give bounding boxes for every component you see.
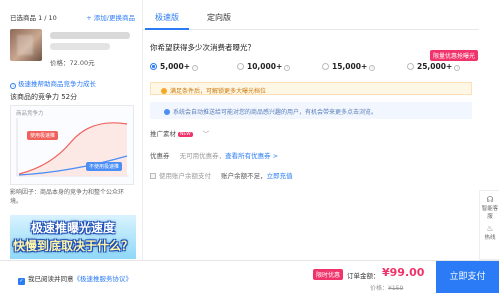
chevron-down-icon[interactable]: ﹀ [203,130,210,138]
tab-speed[interactable]: 极速版 [155,12,179,23]
promo-material-row[interactable]: 推广素材 NEW ﹀ [150,128,209,138]
active-tab-underline [145,28,189,30]
banner-line-2: 快慢到底取决于什么？ [12,239,133,253]
product-price: 价格：72.00元 [50,59,95,67]
option-label: 5,000+ [160,62,191,71]
original-price: 价格：¥159 [370,283,403,292]
help-icon[interactable]: ? [369,65,376,71]
recharge-link[interactable]: 立即充值 [267,172,293,180]
agreement-link[interactable]: 《极速推服务协议》 [74,275,133,283]
label-with-boost: 使用极速推 [27,131,59,140]
growth-hint-text: 极速推帮助商品竞争力成长 [18,80,96,88]
product-title-blurred [50,32,130,39]
agreement: ✓ 我已阅读并同意《极速推服务协议》 [18,273,132,285]
balance-label: 使用账户余额支付 [159,172,211,180]
competitiveness-chart: 商品竞争力 使用极速推 不使用极速推 [10,105,134,185]
smart-service-label[interactable]: 智能客服 [480,204,499,220]
selected-header: 已选商品 1 / 10 + 添加/更换商品 [0,8,143,24]
left-panel: 已选商品 1 / 10 + 添加/更换商品 价格：72.00元 i 极速推帮助商品… [0,0,143,293]
radio-icon[interactable] [322,63,329,70]
banner-line-1: 极速推曝光速度 [30,221,115,235]
warning-text: 满足条件后，可解锁更多大曝光档位 [170,88,267,95]
balance-row: 使用账户余额支付 账户余额不足，立即充值 [150,170,293,180]
unlock-warning: 满足条件后，可解锁更多大曝光档位 [150,82,472,95]
growth-hint: i 极速推帮助商品竞争力成长 [10,78,96,89]
headset-icon[interactable]: ☊ [480,195,499,204]
promo-badge: 限量优惠抢曝光 [430,50,479,61]
option-15000[interactable]: 15,000+? [322,62,376,71]
balance-checkbox[interactable] [150,173,156,179]
product-thumbnail [10,29,42,61]
product-card: 价格：72.00元 [10,29,138,69]
promo-banner[interactable]: 极速推曝光速度 快慢到底取决于什么？ [10,215,136,259]
agree-text: 我已阅读并同意 [28,275,74,283]
radio-icon[interactable] [237,63,244,70]
factor-text: 影响因子：商品本身的竞争力和整个公众环境。 [10,189,125,205]
limited-offer-badge: 限时优惠 [313,269,344,280]
pay-now-button[interactable]: 立即支付 [436,261,499,293]
label-without-boost: 不使用极速推 [86,162,123,171]
coupon-value: 无可用优惠券， [179,152,226,160]
coupon-row: 优惠券 无可用优惠券，查看所有优惠券 > [150,150,278,160]
info-notice: 系统会自动推送给可能对您的商品感兴趣的用户，有机会带来更多点击浏览。 [150,102,472,119]
radio-icon[interactable] [407,63,414,70]
fire-icon[interactable]: ♨ [480,224,499,233]
coupon-label: 优惠券 [150,152,170,160]
agree-checkbox[interactable]: ✓ [18,278,25,285]
option-5000[interactable]: 5,000+? [150,62,199,71]
bottom-bar: ✓ 我已阅读并同意《极速推服务协议》 限时优惠 订单金额： ¥99.00 价格：¥… [0,260,499,293]
info-icon: i [10,83,16,89]
view-coupons-link[interactable]: 查看所有优惠券 > [225,152,278,160]
total-amount: ¥99.00 [382,266,425,279]
option-label: 15,000+ [332,62,368,71]
chart-svg [16,118,129,177]
add-product-link[interactable]: + 添加/更换商品 [86,12,135,22]
help-icon[interactable]: ? [192,65,199,71]
total-label: 订单金额： [347,272,380,280]
new-badge: NEW [178,132,193,137]
option-label: 10,000+ [247,62,283,71]
orig-label: 价格： [370,285,389,292]
radio-selected-icon[interactable] [150,63,157,70]
help-icon[interactable]: ? [284,65,291,71]
info-text: 系统会自动推送给可能对您的商品感兴趣的用户，有机会带来更多点击浏览。 [173,109,378,116]
exposure-question: 你希望获得多少次消费者曝光？ [150,43,255,52]
option-label: 25,000+ [417,62,453,71]
help-icon[interactable]: ? [454,65,461,71]
option-25000[interactable]: 25,000+? [407,62,461,71]
orig-price-value: ¥159 [388,285,404,292]
product-subtitle-blurred [50,43,110,50]
warning-icon [161,88,167,94]
competitiveness-score: 该商品的竞争力 52分 [10,93,78,101]
selected-count: 已选商品 1 / 10 [10,14,57,22]
info-icon [164,109,170,115]
option-10000[interactable]: 10,000+? [237,62,291,71]
promo-material-label: 推广素材 [150,130,176,138]
balance-value: 账户余额不足， [221,172,267,180]
hotline-label[interactable]: 热线 [480,233,499,241]
tab-bar [143,0,479,30]
side-tools: ☊ 智能客服 ♨ 热线 [479,190,499,260]
tab-targeted[interactable]: 定向版 [207,12,231,23]
